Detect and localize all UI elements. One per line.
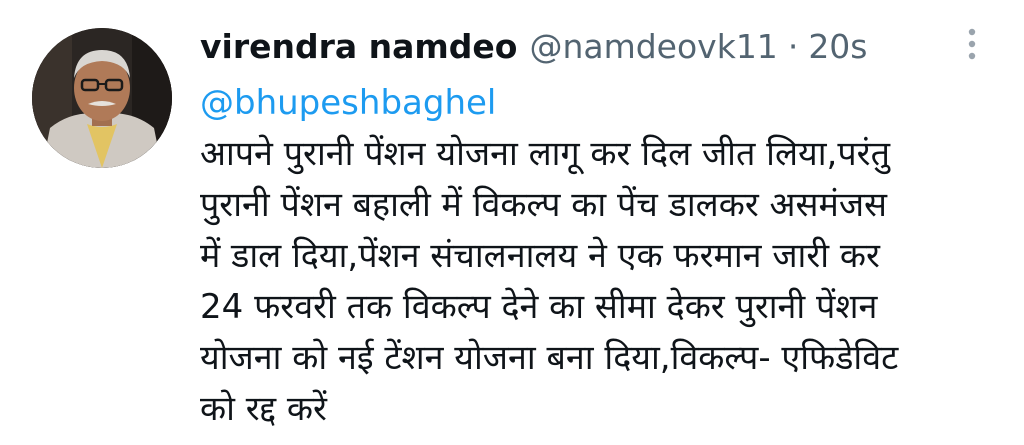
tweet[interactable]: virendra namdeo @namdeovk11 · 20s @bhupe… [0,0,1024,445]
author-handle[interactable]: @namdeovk11 [529,22,777,72]
tweet-body: @bhupeshbaghel आपने पुरानी पेंशन योजना ल… [200,78,1000,435]
tweet-header: virendra namdeo @namdeovk11 · 20s [200,22,868,72]
header-separator: · [787,27,799,66]
more-options-button[interactable] [955,24,989,64]
avatar-image [32,28,172,168]
more-vertical-icon [968,28,976,60]
author-display-name[interactable]: virendra namdeo [200,22,517,72]
avatar[interactable] [32,28,172,168]
tweet-timestamp[interactable]: 20s [808,22,867,72]
tweet-text: आपने पुरानी पेंशन योजना लागू कर दिल जीत … [200,134,899,429]
mention-link[interactable]: @bhupeshbaghel [200,78,1000,129]
